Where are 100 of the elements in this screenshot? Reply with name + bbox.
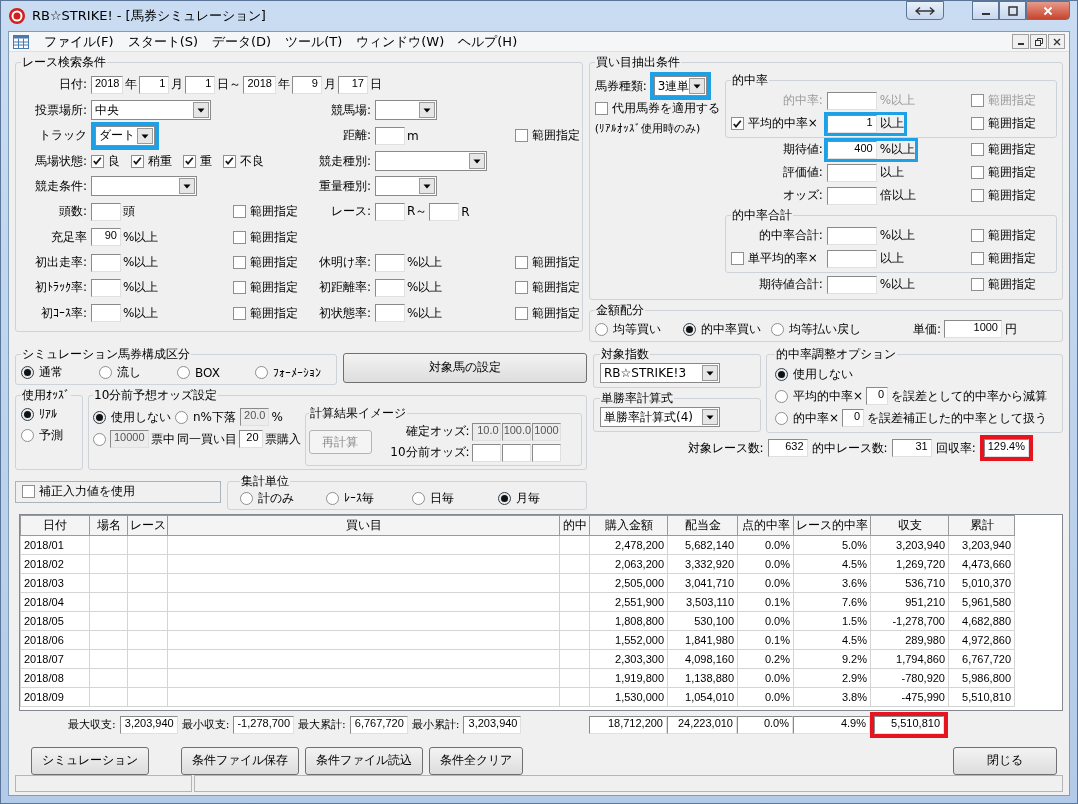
input-field[interactable]: 17 — [337, 75, 368, 94]
input-field[interactable] — [429, 202, 460, 221]
column-header[interactable]: 日付 — [20, 515, 90, 536]
button[interactable]: 条件全クリア — [429, 746, 523, 775]
input-field[interactable] — [375, 279, 405, 297]
dropdown[interactable]: 中央 — [91, 100, 211, 121]
input-field[interactable]: 3,203,940 — [463, 715, 522, 734]
radio-button[interactable]: 予測 — [21, 427, 77, 445]
input-field[interactable] — [826, 91, 877, 110]
input-field[interactable] — [531, 443, 561, 462]
checkbox[interactable]: 範囲指定 — [515, 279, 580, 297]
checkbox[interactable]: 良 — [91, 152, 120, 170]
column-header[interactable]: 場名 — [89, 515, 128, 536]
input-field[interactable] — [826, 275, 877, 294]
input-field[interactable]: 129.4% — [983, 439, 1029, 458]
checkbox[interactable]: 稍重 — [131, 152, 172, 170]
input-field[interactable] — [375, 304, 405, 323]
radio-button[interactable]: 平均的中率× — [775, 387, 864, 405]
column-header[interactable]: 累計 — [948, 515, 1015, 536]
button[interactable]: 対象馬の設定 — [343, 352, 587, 383]
input-field[interactable]: 18,712,200 — [589, 715, 667, 734]
radio-button[interactable]: 的中率買い — [682, 320, 771, 338]
input-field[interactable]: 0 — [842, 409, 865, 428]
input-field[interactable] — [501, 443, 531, 462]
button[interactable]: 条件ファイル読込 — [305, 746, 423, 775]
input-field[interactable]: 2018 — [91, 75, 124, 94]
checkbox[interactable]: 範囲指定 — [233, 228, 298, 246]
radio-button[interactable]: ﾘｱﾙ — [21, 407, 77, 422]
checkbox[interactable]: 範囲指定 — [971, 141, 1036, 159]
dropdown[interactable] — [375, 176, 437, 197]
checkbox[interactable]: 代用馬券を適用する — [594, 100, 720, 118]
maximize-button[interactable] — [999, 1, 1026, 20]
input-field[interactable]: 4.9% — [793, 715, 870, 734]
input-field[interactable] — [826, 163, 877, 182]
dropdown[interactable] — [375, 151, 487, 172]
input-field[interactable]: 400 — [826, 140, 877, 159]
input-field[interactable]: 632 — [767, 439, 808, 458]
radio-button[interactable]: 通常 — [21, 364, 99, 382]
radio-button[interactable]: 計のみ — [240, 490, 326, 508]
input-field[interactable]: 0 — [866, 387, 889, 406]
column-header[interactable]: レース的中率 — [793, 515, 871, 536]
checkbox[interactable]: 範囲指定 — [233, 254, 298, 272]
checkbox[interactable]: 範囲指定 — [515, 127, 580, 145]
column-header[interactable]: 配当金 — [667, 515, 738, 536]
menu-item[interactable]: データ(D) — [205, 32, 279, 51]
checkbox[interactable]: 補正入力値を使用 — [22, 483, 135, 501]
input-field[interactable] — [91, 202, 121, 221]
dropdown[interactable]: 単勝率計算式(4) — [600, 407, 720, 428]
input-field[interactable]: 24,223,010 — [667, 715, 737, 734]
dropdown[interactable]: ダート — [95, 125, 155, 146]
radio-button[interactable]: 流し — [99, 364, 177, 382]
dropdown[interactable]: 3連単 — [653, 76, 708, 97]
input-field[interactable]: 9 — [291, 75, 322, 94]
checkbox[interactable]: 範囲指定 — [515, 254, 580, 272]
radio-button[interactable]: n%下落 — [175, 408, 236, 426]
column-header[interactable]: 購入金額 — [589, 515, 668, 536]
input-field[interactable] — [826, 249, 877, 268]
input-field[interactable] — [91, 304, 121, 323]
input-field[interactable]: 3,203,940 — [119, 715, 178, 734]
column-header[interactable]: 的中 — [559, 515, 590, 536]
radio-button[interactable]: 的中率× — [775, 409, 840, 427]
input-field[interactable] — [375, 202, 405, 221]
input-field[interactable]: 1 — [826, 114, 877, 133]
radio-button[interactable]: 均等買い — [594, 320, 683, 338]
column-header[interactable]: 買い目 — [167, 515, 560, 536]
input-field[interactable]: 6,767,720 — [349, 715, 408, 734]
menu-item[interactable]: ファイル(F) — [37, 32, 121, 51]
checkbox[interactable]: 範囲指定 — [971, 115, 1036, 133]
button[interactable]: 条件ファイル保存 — [181, 746, 299, 775]
radio-button[interactable]: 月毎 — [498, 490, 584, 508]
radio-button[interactable]: 均等払い戻し — [770, 320, 861, 338]
minimize-button[interactable] — [1012, 34, 1029, 50]
menu-item[interactable]: ウィンドウ(W) — [349, 32, 452, 51]
checkbox[interactable]: 範囲指定 — [971, 227, 1036, 245]
checkbox[interactable]: 単平均的率× — [730, 250, 818, 268]
checkbox[interactable]: 範囲指定 — [971, 164, 1036, 182]
input-field[interactable]: -1,278,700 — [233, 715, 295, 734]
column-header[interactable]: レース — [127, 515, 168, 536]
button[interactable]: 閉じる — [953, 746, 1057, 775]
dropdown[interactable]: RB☆STRIKE!3 — [600, 363, 720, 384]
input-field[interactable]: 20 — [238, 430, 263, 449]
input-field[interactable] — [91, 279, 121, 297]
radio-button[interactable]: 使用しない — [775, 365, 853, 383]
input-field[interactable]: 0.0% — [737, 715, 793, 734]
checkbox[interactable]: 範囲指定 — [971, 250, 1036, 268]
input-field[interactable]: 1 — [185, 75, 216, 94]
radio-button[interactable]: ﾚｰｽ毎 — [326, 490, 412, 508]
dropdown[interactable] — [375, 100, 437, 121]
input-field[interactable] — [826, 226, 877, 245]
menu-item[interactable]: ヘルプ(H) — [451, 32, 525, 51]
column-header[interactable]: 収支 — [870, 515, 949, 536]
button[interactable]: シミュレーション — [31, 746, 149, 775]
input-field[interactable]: 90 — [91, 228, 121, 247]
checkbox[interactable]: 範囲指定 — [971, 276, 1036, 294]
menu-item[interactable]: ツール(T) — [278, 32, 350, 51]
checkbox[interactable]: 平均的中率× — [730, 115, 818, 133]
checkbox[interactable]: 範囲指定 — [233, 203, 298, 221]
radio-button[interactable]: BOX — [177, 365, 255, 380]
checkbox[interactable]: 不良 — [223, 152, 264, 170]
input-field[interactable]: 5,510,810 — [874, 715, 944, 734]
